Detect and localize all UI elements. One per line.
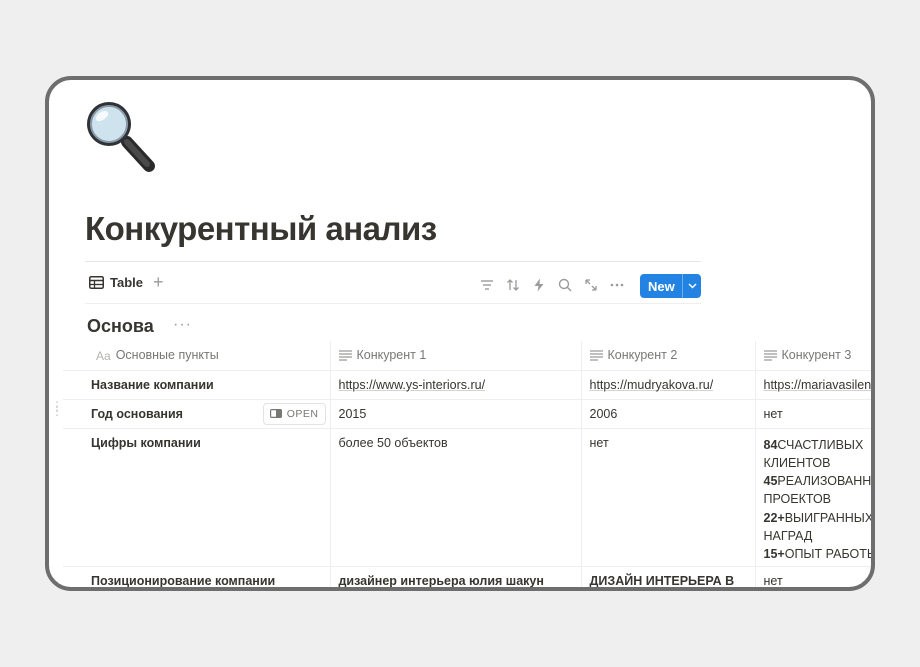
database-table: Aa Основные пункты Конкурент 1 Конкурент … — [63, 341, 875, 587]
lightning-icon[interactable] — [531, 277, 547, 293]
cell-competitor-3[interactable]: https://mariavasilenko — [754, 370, 871, 400]
column-header-label: Конкурент 2 — [607, 348, 678, 363]
cell-competitor-1[interactable]: более 50 объектов — [329, 428, 581, 567]
cell-competitor-2[interactable]: нет — [580, 428, 755, 567]
table-icon — [89, 276, 104, 289]
group-title[interactable]: Основа — [87, 316, 154, 337]
text-lines-icon — [338, 350, 352, 362]
row-title-cell[interactable]: Год основания OPEN — [63, 399, 330, 429]
cell-competitor-3[interactable]: нет — [754, 399, 871, 429]
text-lines-icon — [763, 350, 777, 362]
page-title[interactable]: Конкурентный анализ — [85, 210, 437, 248]
cell-competitor-2[interactable]: ДИЗАЙН ИНТЕРЬЕРА В — [580, 566, 755, 587]
cell-competitor-1[interactable]: дизайнер интерьера юлия шакун — [329, 566, 581, 587]
search-icon[interactable] — [557, 277, 573, 293]
column-header-competitor-3[interactable]: Конкурент 3 — [754, 341, 871, 371]
expand-icon[interactable] — [583, 277, 599, 293]
tab-table-label: Table — [110, 275, 143, 290]
cell-competitor-3[interactable]: 84СЧАСТЛИВЫХ КЛИЕНТОВ 45РЕАЛИЗОВАННЫХ ПР… — [754, 428, 875, 567]
stat-line: ПРОЕКТОВ — [763, 492, 832, 507]
table-row[interactable]: Цифры компании более 50 объектов нет 84С… — [63, 428, 875, 567]
database-toolbar: Table + New — [85, 267, 701, 303]
text-lines-icon — [589, 350, 603, 362]
magnifying-glass-icon[interactable] — [85, 98, 165, 178]
row-title[interactable]: Позиционирование компании — [63, 566, 330, 587]
stat-line: 22+ВЫИГРАННЫХ — [763, 510, 874, 525]
title-property-icon: Aa — [96, 348, 111, 363]
divider — [85, 303, 701, 304]
open-label: OPEN — [286, 407, 319, 420]
chevron-down-icon[interactable] — [683, 283, 701, 289]
more-icon[interactable] — [609, 277, 625, 293]
cell-competitor-1[interactable]: 2015 — [329, 399, 581, 429]
stat-line: НАГРАД — [763, 528, 813, 543]
side-peek-icon — [269, 409, 282, 418]
column-header-label: Основные пункты — [115, 347, 219, 362]
add-view-button[interactable]: + — [153, 273, 164, 291]
group-more-button[interactable]: ··· — [173, 316, 192, 334]
table-row[interactable]: Название компании https://www.ys-interio… — [63, 370, 871, 400]
table-row[interactable]: Позиционирование компании дизайнер интер… — [63, 566, 871, 587]
tab-table-view[interactable]: Table — [89, 275, 143, 290]
toolbar-actions — [479, 277, 625, 293]
open-row-button[interactable]: OPEN — [262, 402, 326, 425]
stat-line: КЛИЕНТОВ — [763, 455, 831, 470]
column-header-main[interactable]: Aa Основные пункты — [63, 341, 330, 371]
table-row[interactable]: Год основания OPEN 2015 2006 нет — [63, 399, 871, 429]
divider — [85, 261, 701, 262]
sort-icon[interactable] — [505, 277, 521, 293]
stat-line: 84СЧАСТЛИВЫХ — [763, 437, 864, 452]
cell-competitor-2[interactable]: https://mudryakova.ru/ — [580, 370, 755, 400]
row-title: Год основания — [91, 406, 183, 421]
new-button[interactable]: New — [640, 274, 701, 298]
column-header-competitor-1[interactable]: Конкурент 1 — [329, 341, 581, 371]
column-header-label: Конкурент 1 — [356, 348, 427, 363]
row-title[interactable]: Название компании — [63, 370, 330, 400]
filter-icon[interactable] — [479, 277, 495, 293]
stat-line: 15+ОПЫТ РАБОТЫ — [763, 547, 875, 562]
column-header-competitor-2[interactable]: Конкурент 2 — [580, 341, 755, 371]
cell-competitor-2[interactable]: 2006 — [580, 399, 755, 429]
notion-window: Конкурентный анализ Table + New Основа ·… — [45, 76, 875, 591]
new-button-label: New — [648, 278, 675, 294]
cell-competitor-1[interactable]: https://www.ys-interiors.ru/ — [329, 370, 581, 400]
column-header-label: Конкурент 3 — [781, 348, 852, 363]
table-header-row: Aa Основные пункты Конкурент 1 Конкурент … — [63, 341, 871, 371]
stat-line: 45РЕАЛИЗОВАННЫХ — [763, 474, 872, 489]
row-title[interactable]: Цифры компании — [63, 428, 330, 567]
cell-competitor-3[interactable]: нет — [754, 566, 871, 587]
drag-handle-icon[interactable]: ⋮ ⋮ — [51, 400, 63, 417]
